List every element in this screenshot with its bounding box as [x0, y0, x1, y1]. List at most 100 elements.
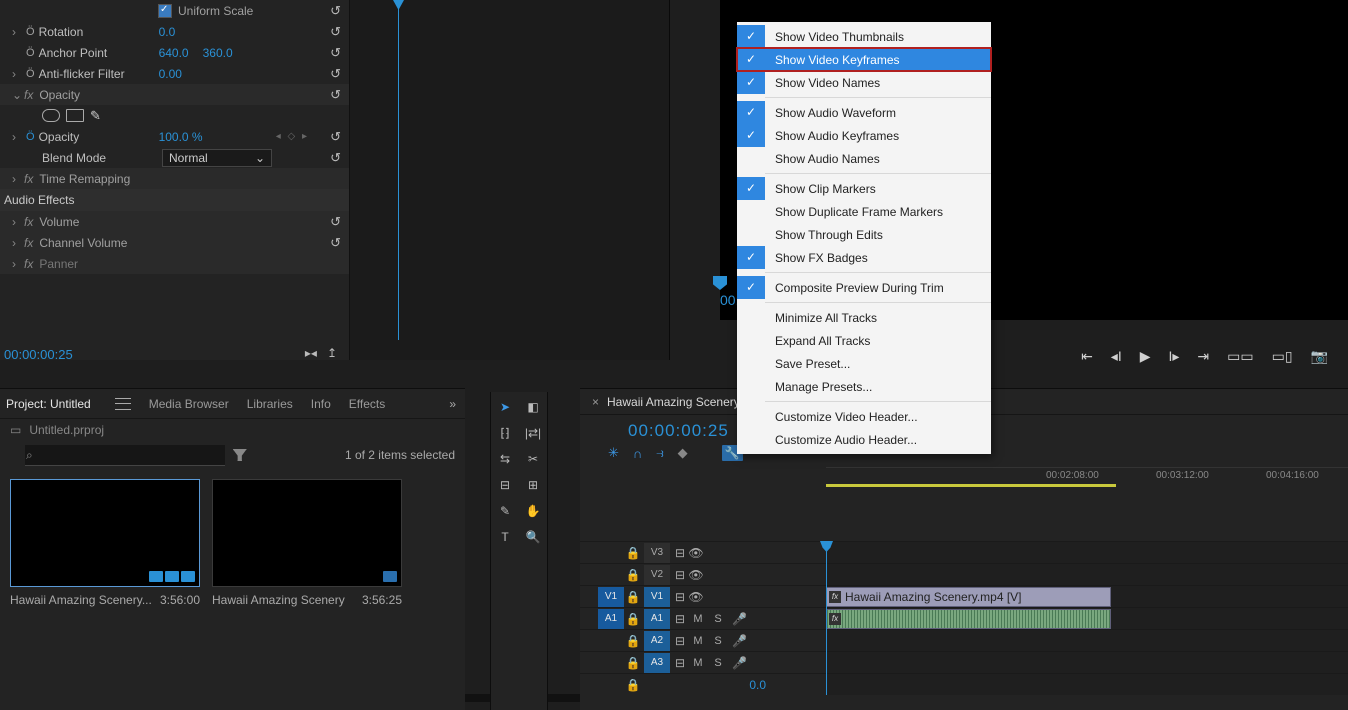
solo-button[interactable]: S: [708, 635, 728, 647]
track-target[interactable]: A1: [644, 609, 670, 629]
search-input[interactable]: [25, 445, 225, 466]
menu-item[interactable]: ✓Show Video Names: [737, 71, 991, 94]
eye-icon[interactable]: 👁: [688, 546, 704, 560]
sync-lock-icon[interactable]: ⊟: [672, 568, 688, 582]
mute-button[interactable]: M: [688, 657, 708, 669]
uniform-scale-checkbox[interactable]: [158, 4, 172, 18]
blend-mode-select[interactable]: Normal⌄: [162, 149, 272, 167]
reset-icon[interactable]: ↺: [330, 214, 341, 230]
sync-lock-icon[interactable]: ⊟: [672, 590, 688, 604]
loop-playback-icon[interactable]: ▸◂: [305, 346, 317, 360]
track-target[interactable]: V2: [644, 565, 670, 585]
lane-a3[interactable]: [826, 651, 1348, 673]
mute-button[interactable]: M: [688, 613, 708, 625]
ellipse-mask-icon[interactable]: [42, 109, 60, 122]
menu-item[interactable]: Minimize All Tracks: [737, 306, 991, 329]
track-select-tool-icon[interactable]: ◧: [524, 398, 542, 416]
menu-item[interactable]: Show Audio Names: [737, 147, 991, 170]
menu-item[interactable]: ✓Show FX Badges: [737, 246, 991, 269]
rotation-value[interactable]: 0.0: [159, 25, 176, 39]
stopwatch-active-icon[interactable]: Ö: [26, 131, 35, 143]
eye-icon[interactable]: 👁: [688, 568, 704, 582]
stopwatch-icon[interactable]: Ö: [26, 26, 35, 38]
zoom-tool-icon[interactable]: 🔍: [524, 528, 542, 546]
lock-icon[interactable]: 🔒: [624, 656, 642, 670]
rect-mask-icon[interactable]: [66, 109, 84, 122]
lane-v1[interactable]: fxHawaii Amazing Scenery.mp4 [V]: [826, 585, 1348, 607]
fx-badge-icon[interactable]: fx: [829, 591, 841, 603]
tab-info[interactable]: Info: [311, 397, 331, 411]
type-tool-icon[interactable]: T: [496, 528, 514, 546]
monitor-playhead-marker[interactable]: [713, 276, 727, 290]
menu-item[interactable]: ✓Show Audio Waveform: [737, 101, 991, 124]
lock-icon[interactable]: 🔒: [624, 634, 642, 648]
menu-item[interactable]: Show Through Edits: [737, 223, 991, 246]
ec-current-time[interactable]: 00:00:00:25: [4, 347, 73, 362]
source-patch[interactable]: V1: [598, 587, 624, 607]
video-clip[interactable]: fxHawaii Amazing Scenery.mp4 [V]: [826, 587, 1111, 607]
ripple-edit-tool-icon[interactable]: ⁅⁆: [496, 424, 514, 442]
menu-item[interactable]: ✓Show Audio Keyframes: [737, 124, 991, 147]
eye-icon[interactable]: 👁: [688, 590, 704, 604]
pen-tool-icon[interactable]: ✎: [496, 502, 514, 520]
voiceover-icon[interactable]: 🎤: [732, 612, 747, 626]
slide-tool-icon[interactable]: ⊞: [524, 476, 542, 494]
track-target[interactable]: A3: [644, 653, 670, 673]
timeline-playhead[interactable]: [826, 541, 827, 695]
lane-a1[interactable]: fx: [826, 607, 1348, 629]
more-tabs-icon[interactable]: »: [449, 397, 457, 411]
channel-volume-section[interactable]: › Channel Volume ↺: [0, 232, 349, 253]
sync-lock-icon[interactable]: ⊟: [672, 634, 688, 648]
reset-icon[interactable]: ↺: [330, 129, 341, 145]
reset-icon[interactable]: ↺: [330, 150, 341, 166]
expand-caret[interactable]: ›: [12, 215, 22, 229]
snap-icon[interactable]: ✳: [608, 445, 619, 461]
opacity-section[interactable]: ⌄ Opacity ↺: [0, 84, 349, 105]
lane-a2[interactable]: [826, 629, 1348, 651]
rolling-edit-tool-icon[interactable]: |⇄|: [524, 424, 542, 442]
sync-lock-icon[interactable]: ⊟: [672, 612, 688, 626]
tab-libraries[interactable]: Libraries: [247, 397, 293, 411]
antiflicker-value[interactable]: 0.00: [159, 67, 182, 81]
sync-lock-icon[interactable]: ⊟: [672, 656, 688, 670]
lock-icon[interactable]: 🔒: [624, 546, 642, 560]
menu-item[interactable]: Expand All Tracks: [737, 329, 991, 352]
reset-icon[interactable]: ↺: [330, 235, 341, 251]
expand-caret[interactable]: ›: [12, 67, 22, 81]
menu-item[interactable]: ✓Show Clip Markers: [737, 177, 991, 200]
hand-tool-icon[interactable]: ✋: [524, 502, 542, 520]
panel-menu-icon[interactable]: [115, 398, 131, 410]
expand-caret[interactable]: ›: [12, 172, 22, 186]
pen-mask-icon[interactable]: ✎: [90, 108, 101, 124]
filter-icon[interactable]: [233, 449, 247, 461]
razor-tool-icon[interactable]: ✂: [524, 450, 542, 468]
anchor-x[interactable]: 640.0: [159, 46, 189, 60]
magnet-icon[interactable]: ∩: [633, 446, 642, 461]
menu-item[interactable]: ✓Composite Preview During Trim: [737, 276, 991, 299]
sync-lock-icon[interactable]: ⊟: [672, 546, 688, 560]
tab-effects[interactable]: Effects: [349, 397, 385, 411]
opacity-value[interactable]: 100.0 %: [159, 130, 203, 144]
lane-v3[interactable]: [826, 541, 1348, 563]
reset-icon[interactable]: ↺: [330, 87, 341, 103]
panner-section[interactable]: › Panner: [0, 253, 349, 274]
tab-media-browser[interactable]: Media Browser: [149, 397, 229, 411]
lock-icon[interactable]: 🔒: [624, 678, 642, 692]
anchor-y[interactable]: 360.0: [203, 46, 233, 60]
reset-icon[interactable]: ↺: [330, 3, 341, 19]
audio-clip[interactable]: fx: [826, 609, 1111, 629]
keyframe-nav[interactable]: ◂ ◇ ▸: [276, 131, 309, 142]
markers-icon[interactable]: ◆: [678, 445, 688, 461]
master-level[interactable]: 0.0: [749, 678, 766, 692]
stopwatch-icon[interactable]: Ö: [26, 47, 35, 59]
sequence-name[interactable]: Hawaii Amazing Scenery: [607, 395, 740, 409]
lock-icon[interactable]: 🔒: [624, 568, 642, 582]
item-thumbnail[interactable]: [212, 479, 402, 587]
close-sequence-icon[interactable]: ×: [592, 395, 599, 409]
item-thumbnail[interactable]: [10, 479, 200, 587]
lane-v2[interactable]: [826, 563, 1348, 585]
reset-icon[interactable]: ↺: [330, 66, 341, 82]
expand-caret[interactable]: ›: [12, 130, 22, 144]
menu-item[interactable]: Customize Audio Header...: [737, 428, 991, 451]
selection-tool-icon[interactable]: ➤: [496, 398, 514, 416]
